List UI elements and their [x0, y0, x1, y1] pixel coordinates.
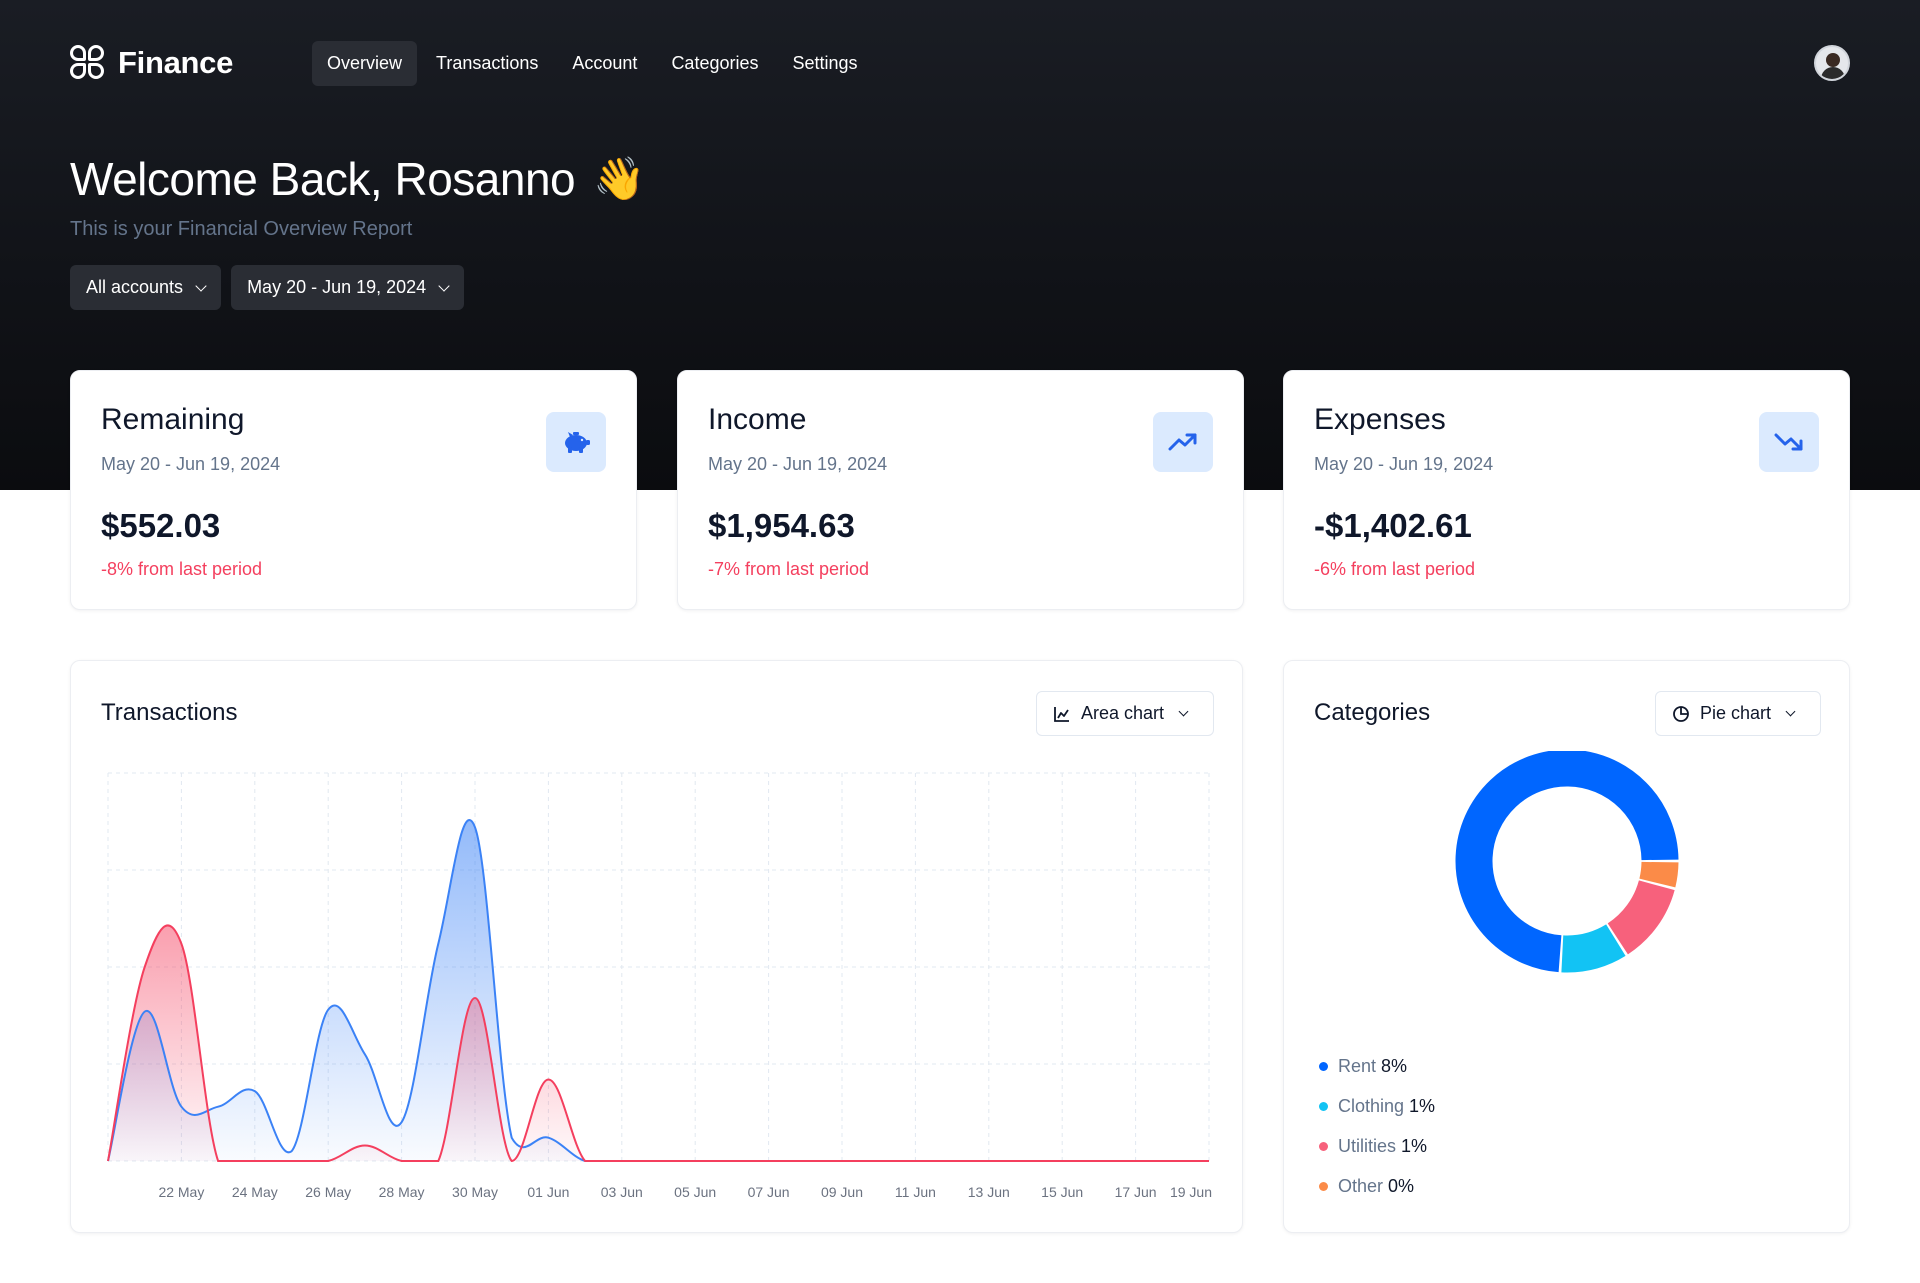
top-navigation: Finance Overview Transactions Account Ca…: [70, 40, 1850, 86]
chevron-down-icon: [1178, 706, 1189, 717]
filters: All accounts May 20 - Jun 19, 2024: [70, 265, 465, 310]
stat-change: -8% from last period: [101, 559, 263, 579]
transactions-area-chart: 22 May 24 May 26 May 28 May 30 May 01 Jun 03 J…: [107, 772, 1212, 1200]
donut-slice-utilities: [1607, 879, 1675, 955]
nav-item-account[interactable]: Account: [557, 41, 652, 86]
legend-label: Other: [1338, 1175, 1384, 1196]
x-tick-label: 19 Jun: [1170, 1184, 1212, 1200]
waving-hand-icon: 👋: [593, 154, 646, 202]
stat-value: -$1,402.61: [1314, 507, 1472, 544]
x-tick-label: 07 Jun: [748, 1184, 790, 1200]
avatar-body: [1821, 67, 1845, 79]
finance-logo-icon: [70, 45, 106, 81]
donut-slice-clothing: [1561, 924, 1626, 973]
x-tick-label: 01 Jun: [527, 1184, 569, 1200]
legend-dot: [1319, 1101, 1328, 1111]
legend-value: 8%: [1381, 1055, 1408, 1076]
trending-up-icon: [1153, 412, 1213, 472]
stat-range: May 20 - Jun 19, 2024: [708, 454, 888, 474]
brand-name: Finance: [118, 45, 234, 80]
legend-dot: [1319, 1061, 1328, 1071]
x-tick-label: 22 May: [158, 1184, 204, 1200]
brand[interactable]: Finance: [70, 45, 312, 81]
stat-change: -6% from last period: [1314, 559, 1476, 579]
x-tick-label: 09 Jun: [821, 1184, 863, 1200]
date-range-value: May 20 - Jun 19, 2024: [247, 277, 427, 297]
legend-value: 1%: [1401, 1135, 1428, 1156]
x-tick-label: 28 May: [379, 1184, 425, 1200]
chevron-down-icon: [1785, 706, 1796, 717]
pie-chart-icon: [1673, 705, 1689, 722]
stat-title: Remaining: [101, 403, 245, 436]
account-filter-value: All accounts: [86, 277, 184, 297]
page-title: Welcome Back, Rosanno: [70, 153, 576, 205]
categories-legend: Rent 8% Clothing 1% Utilities 1% Other 0…: [1319, 1046, 1435, 1206]
nav-item-settings[interactable]: Settings: [777, 41, 872, 86]
legend-value: 0%: [1388, 1175, 1415, 1196]
x-tick-label: 26 May: [305, 1184, 351, 1200]
nav-links: Overview Transactions Account Categories…: [312, 40, 873, 86]
x-tick-label: 17 Jun: [1115, 1184, 1157, 1200]
nav-item-transactions[interactable]: Transactions: [421, 41, 553, 86]
area-chart-icon: [1054, 706, 1069, 722]
x-tick-label: 15 Jun: [1041, 1184, 1083, 1200]
user-avatar[interactable]: [1814, 45, 1850, 81]
legend-value: 1%: [1409, 1095, 1436, 1116]
stat-value: $1,954.63: [708, 507, 855, 544]
legend-item: Utilities 1%: [1319, 1126, 1435, 1166]
stat-title: Expenses: [1314, 403, 1446, 436]
nav-item-overview[interactable]: Overview: [312, 40, 418, 86]
x-tick-label: 13 Jun: [968, 1184, 1010, 1200]
categories-donut-chart: [1455, 751, 1679, 973]
expense-series-area: [108, 925, 1209, 1161]
chart-type-value: Pie chart: [1700, 703, 1772, 723]
trending-down-icon: [1759, 412, 1819, 472]
panel-title: Transactions: [101, 699, 238, 726]
income-card: Income May 20 - Jun 19, 2024 $1,954.63 -…: [677, 370, 1244, 610]
expense-series-line: [107, 924, 1209, 1163]
page-subtitle: This is your Financial Overview Report: [70, 218, 413, 240]
x-tick-label: 05 Jun: [674, 1184, 716, 1200]
legend-label: Utilities: [1338, 1135, 1397, 1156]
stat-value: $552.03: [101, 507, 221, 544]
legend-item: Clothing 1%: [1319, 1086, 1435, 1126]
chart-type-select[interactable]: Area chart: [1036, 691, 1214, 736]
legend-item: Other 0%: [1319, 1166, 1435, 1206]
x-tick-label: 03 Jun: [601, 1184, 643, 1200]
date-range-select[interactable]: May 20 - Jun 19, 2024: [231, 265, 465, 310]
stat-change: -7% from last period: [708, 559, 870, 579]
donut-slice-other: [1639, 861, 1679, 888]
panel-title: Categories: [1314, 699, 1431, 726]
legend-item: Rent 8%: [1319, 1046, 1435, 1086]
stat-title: Income: [708, 403, 807, 436]
expenses-card: Expenses May 20 - Jun 19, 2024 -$1,402.6…: [1283, 370, 1850, 610]
chevron-down-icon: [438, 279, 450, 292]
piggy-bank-icon: [546, 412, 606, 472]
legend-dot: [1319, 1181, 1328, 1191]
category-chart-type-select[interactable]: Pie chart: [1655, 691, 1821, 736]
x-tick-label: 11 Jun: [895, 1184, 936, 1200]
remaining-card: Remaining May 20 - Jun 19, 2024 $552.03 …: [70, 370, 637, 610]
x-tick-label: 24 May: [232, 1184, 278, 1200]
legend-dot: [1319, 1141, 1328, 1151]
stat-range: May 20 - Jun 19, 2024: [101, 454, 281, 474]
account-filter-select[interactable]: All accounts: [70, 265, 222, 310]
avatar-head: [1826, 53, 1840, 67]
categories-panel: Categories Pie chart Rent 8% Clothing 1%…: [1283, 660, 1850, 1233]
nav-item-categories[interactable]: Categories: [656, 41, 773, 86]
stat-range: May 20 - Jun 19, 2024: [1314, 454, 1494, 474]
chevron-down-icon: [195, 279, 207, 292]
legend-label: Rent: [1338, 1055, 1377, 1076]
x-tick-label: 30 May: [452, 1184, 498, 1200]
welcome-heading: Welcome Back, Rosanno 👋: [70, 152, 645, 206]
income-series-line: [107, 818, 1209, 1162]
income-series-area: [108, 819, 1209, 1161]
transactions-panel: Transactions Area chart 22 May 24 May 26 M…: [70, 660, 1243, 1233]
legend-label: Clothing: [1338, 1095, 1405, 1116]
chart-type-value: Area chart: [1081, 703, 1165, 723]
